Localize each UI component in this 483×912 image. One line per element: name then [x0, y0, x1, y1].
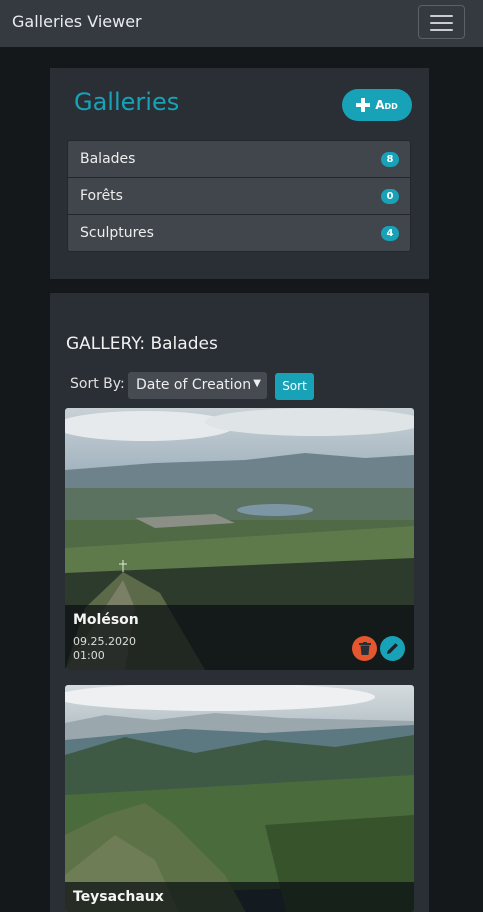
menu-icon	[430, 15, 453, 17]
pencil-icon	[387, 643, 398, 654]
sort-select[interactable]: Date of Creation ▼	[128, 372, 267, 399]
chevron-down-icon: ▼	[253, 378, 261, 389]
edit-button[interactable]	[380, 636, 405, 661]
card-time: 01:00	[73, 649, 105, 662]
card-caption: Teysachaux	[65, 882, 414, 912]
card-title: Teysachaux	[73, 889, 164, 905]
gallery-panel: GALLERY: Balades Sort By: Date of Creati…	[50, 293, 429, 912]
galleries-list: Balades 8 Forêts 0 Sculptures 4	[67, 140, 411, 252]
brand[interactable]: Galleries Viewer	[12, 12, 142, 31]
sort-button[interactable]: Sort	[275, 373, 314, 400]
navbar: Galleries Viewer	[0, 0, 483, 47]
count-badge: 0	[381, 189, 399, 204]
gallery-item-label: Sculptures	[80, 225, 154, 241]
card-date: 09.25.2020	[73, 635, 136, 648]
menu-toggle-button[interactable]	[418, 5, 465, 39]
delete-button[interactable]	[352, 636, 377, 661]
photo-card[interactable]: Teysachaux	[65, 685, 414, 912]
galleries-title: Galleries	[74, 88, 180, 116]
gallery-item-forets[interactable]: Forêts 0	[67, 177, 411, 215]
gallery-heading: GALLERY: Balades	[66, 334, 218, 354]
add-label: Add	[375, 98, 398, 112]
galleries-panel: Galleries Add Balades 8 Forêts 0 Sculptu…	[50, 68, 429, 279]
gallery-item-label: Balades	[80, 151, 136, 167]
card-caption: Moléson 09.25.2020 01:00	[65, 605, 414, 670]
gallery-item-balades[interactable]: Balades 8	[67, 140, 411, 178]
count-badge: 4	[381, 226, 399, 241]
sort-label: Sort By:	[70, 376, 125, 392]
trash-icon	[358, 642, 371, 655]
gallery-item-sculptures[interactable]: Sculptures 4	[67, 214, 411, 252]
card-title: Moléson	[73, 612, 139, 628]
photo-card[interactable]: Moléson 09.25.2020 01:00	[65, 408, 414, 670]
plus-icon	[356, 98, 371, 112]
sort-select-value: Date of Creation	[136, 377, 252, 393]
count-badge: 8	[381, 152, 399, 167]
photo-teysachaux	[65, 685, 414, 912]
add-gallery-button[interactable]: Add	[342, 89, 412, 121]
gallery-item-label: Forêts	[80, 188, 123, 204]
